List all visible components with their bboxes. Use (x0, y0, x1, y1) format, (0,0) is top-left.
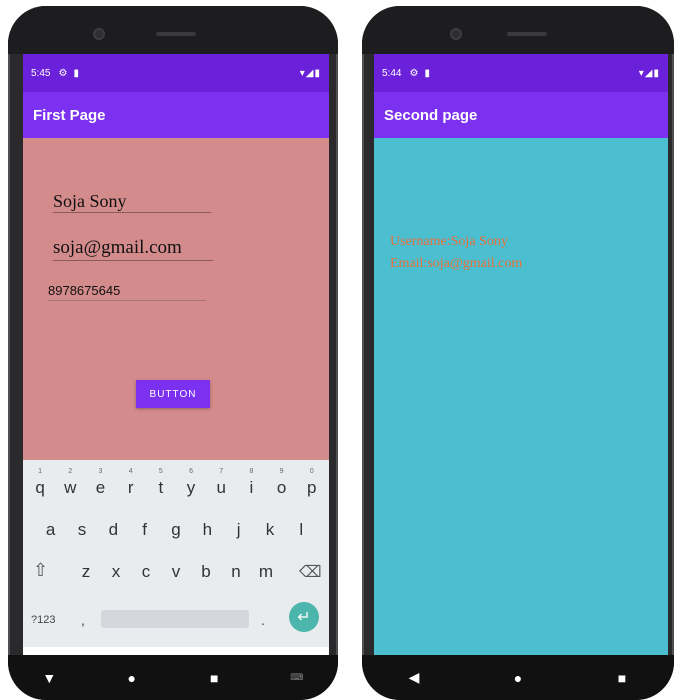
app-bar: Second page (374, 92, 668, 138)
speaker-grille (156, 32, 196, 36)
comma-key[interactable]: , (81, 612, 85, 628)
keyboard-switch-icon[interactable]: ⌨ (282, 672, 312, 683)
signal-battery-icons: ▾◢▮ (299, 67, 321, 79)
key-hint-3: 3 (98, 468, 103, 475)
key-v[interactable]: v (161, 562, 191, 582)
front-camera-icon (93, 28, 105, 40)
enter-key-icon[interactable]: ↵ (289, 602, 319, 632)
sd-card-icon: ▮ (424, 67, 430, 79)
status-bar: 5:45 ⚙ ▮ ▾◢▮ (23, 54, 329, 92)
sd-card-icon: ▮ (73, 67, 79, 79)
key-label: q (35, 478, 45, 497)
email-text: Email:soja@gmail.com (390, 256, 523, 271)
key-label: u (216, 478, 226, 497)
settings-icon: ⚙ (58, 67, 68, 79)
submit-button[interactable]: BUTTON (136, 380, 210, 408)
key-u[interactable]: 7u (206, 468, 236, 498)
status-time: 5:45 (31, 67, 51, 79)
key-e[interactable]: 3e (85, 468, 115, 498)
key-hint-2: 2 (68, 468, 73, 475)
period-key[interactable]: . (261, 612, 265, 628)
backspace-icon[interactable]: ⌫ (299, 562, 322, 582)
back-icon[interactable]: ▼ (34, 670, 64, 686)
screen-first-page: 5:45 ⚙ ▮ ▾◢▮ First Page Soja Sony soja@g… (23, 54, 329, 655)
key-r[interactable]: 4r (116, 468, 146, 498)
key-l[interactable]: l (286, 520, 316, 540)
page-title: First Page (33, 106, 106, 124)
keyboard-row-2: asdfghjkl (23, 520, 329, 540)
key-label: e (95, 478, 106, 497)
key-i[interactable]: 8i (236, 468, 266, 498)
key-label: w (64, 478, 77, 497)
key-x[interactable]: x (101, 562, 131, 582)
key-label: o (276, 478, 287, 497)
key-f[interactable]: f (130, 520, 160, 540)
key-d[interactable]: d (98, 520, 128, 540)
key-q[interactable]: 1q (25, 468, 55, 498)
key-c[interactable]: c (131, 562, 161, 582)
key-s[interactable]: s (67, 520, 97, 540)
key-hint-8: 8 (249, 468, 254, 475)
symbols-key[interactable]: ?123 (31, 614, 55, 626)
username-text: Username:Soja Sony (390, 234, 508, 249)
key-a[interactable]: a (36, 520, 66, 540)
back-icon[interactable]: ◀ (399, 669, 429, 686)
keyboard-row-3: zxcvbnm (23, 562, 329, 582)
page-title: Second page (384, 106, 478, 124)
key-t[interactable]: 5t (146, 468, 176, 498)
status-time: 5:44 (382, 67, 402, 79)
settings-icon: ⚙ (409, 67, 419, 79)
key-hint-9: 9 (279, 468, 284, 475)
shift-icon[interactable]: ⇧ (33, 560, 48, 581)
key-g[interactable]: g (161, 520, 191, 540)
signal-battery-icons: ▾◢▮ (638, 67, 660, 79)
front-camera-icon (450, 28, 462, 40)
key-hint-6: 6 (189, 468, 193, 475)
key-hint-4: 4 (128, 468, 133, 475)
key-label: t (158, 478, 164, 497)
key-z[interactable]: z (71, 562, 101, 582)
key-n[interactable]: n (221, 562, 251, 582)
name-field[interactable]: Soja Sony (53, 190, 211, 213)
key-k[interactable]: k (255, 520, 285, 540)
recents-icon[interactable]: ■ (607, 670, 637, 686)
key-label: r (127, 478, 134, 497)
key-o[interactable]: 9o (267, 468, 297, 498)
key-m[interactable]: m (251, 562, 281, 582)
details-area: Username:Soja Sony Email:soja@gmail.com (374, 138, 668, 655)
key-hint-1: 1 (38, 468, 43, 475)
key-hint-7: 7 (219, 468, 224, 475)
navigation-bar: ◀ ● ■ (362, 655, 674, 700)
form-area: Soja Sony soja@gmail.com 8978675645 BUTT… (23, 138, 329, 460)
key-hint-5: 5 (158, 468, 163, 475)
key-b[interactable]: b (191, 562, 221, 582)
key-p[interactable]: 0p (297, 468, 327, 498)
key-h[interactable]: h (192, 520, 222, 540)
key-w[interactable]: 2w (55, 468, 85, 498)
app-bar: First Page (23, 92, 329, 138)
status-bar: 5:44 ⚙ ▮ ▾◢▮ (374, 54, 668, 92)
speaker-grille (507, 32, 547, 36)
home-icon[interactable]: ● (503, 670, 533, 686)
key-label: i (249, 478, 254, 497)
keyboard-row-1: 1q2w3e4r5t6y7u8i9o0p (23, 468, 329, 498)
screen-second-page: 5:44 ⚙ ▮ ▾◢▮ Second page Username:Soja S… (374, 54, 668, 655)
key-y[interactable]: 6y (176, 468, 206, 498)
phone-right: 5:44 ⚙ ▮ ▾◢▮ Second page Username:Soja S… (362, 6, 674, 700)
navigation-bar: ▼ ● ■ ⌨ (8, 655, 338, 700)
soft-keyboard: 1q2w3e4r5t6y7u8i9o0p asdfghjkl zxcvbnm ⇧… (23, 460, 329, 647)
top-bezel (362, 6, 674, 54)
key-hint-0: 0 (309, 468, 314, 475)
home-icon[interactable]: ● (117, 670, 147, 686)
space-key[interactable] (101, 610, 249, 628)
key-label: p (307, 478, 317, 497)
key-j[interactable]: j (224, 520, 254, 540)
top-bezel (8, 6, 338, 54)
phone-left: 5:45 ⚙ ▮ ▾◢▮ First Page Soja Sony soja@g… (8, 6, 338, 700)
recents-icon[interactable]: ■ (199, 670, 229, 686)
phone-field[interactable]: 8978675645 (48, 282, 206, 301)
email-field[interactable]: soja@gmail.com (53, 236, 213, 261)
key-label: y (186, 478, 196, 497)
